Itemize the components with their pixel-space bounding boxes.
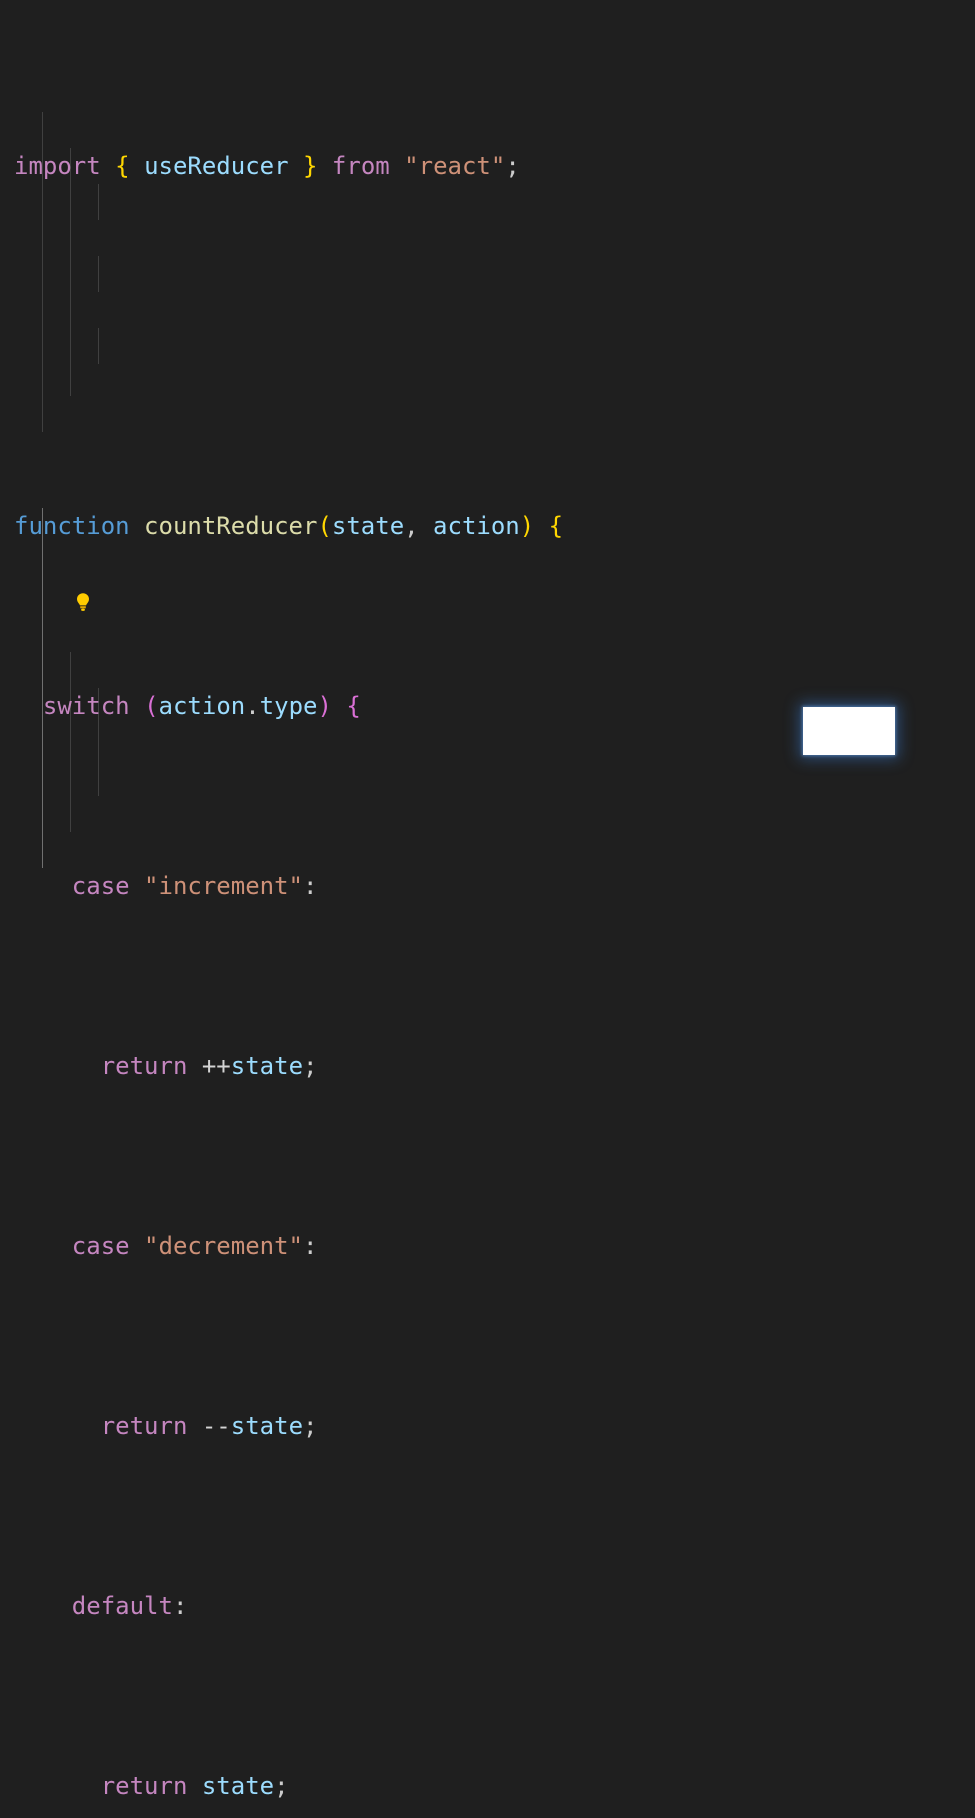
- code-editor[interactable]: import { useReducer } from "react"; func…: [0, 0, 975, 1800]
- code-line[interactable]: return --state;: [0, 1408, 975, 1444]
- code-line[interactable]: function countReducer(state, action) {: [0, 508, 975, 544]
- code-line[interactable]: return ++state;: [0, 1048, 975, 1084]
- code-line[interactable]: case "decrement":: [0, 1228, 975, 1264]
- code-line[interactable]: return state;: [0, 1768, 975, 1804]
- code-content[interactable]: import { useReducer } from "react"; func…: [0, 4, 975, 1818]
- code-line[interactable]: default:: [0, 1588, 975, 1624]
- code-line[interactable]: import { useReducer } from "react";: [0, 148, 975, 184]
- code-line[interactable]: [0, 328, 975, 364]
- code-line[interactable]: case "increment":: [0, 868, 975, 904]
- counter-preview-widget[interactable]: - 0 +: [803, 707, 895, 755]
